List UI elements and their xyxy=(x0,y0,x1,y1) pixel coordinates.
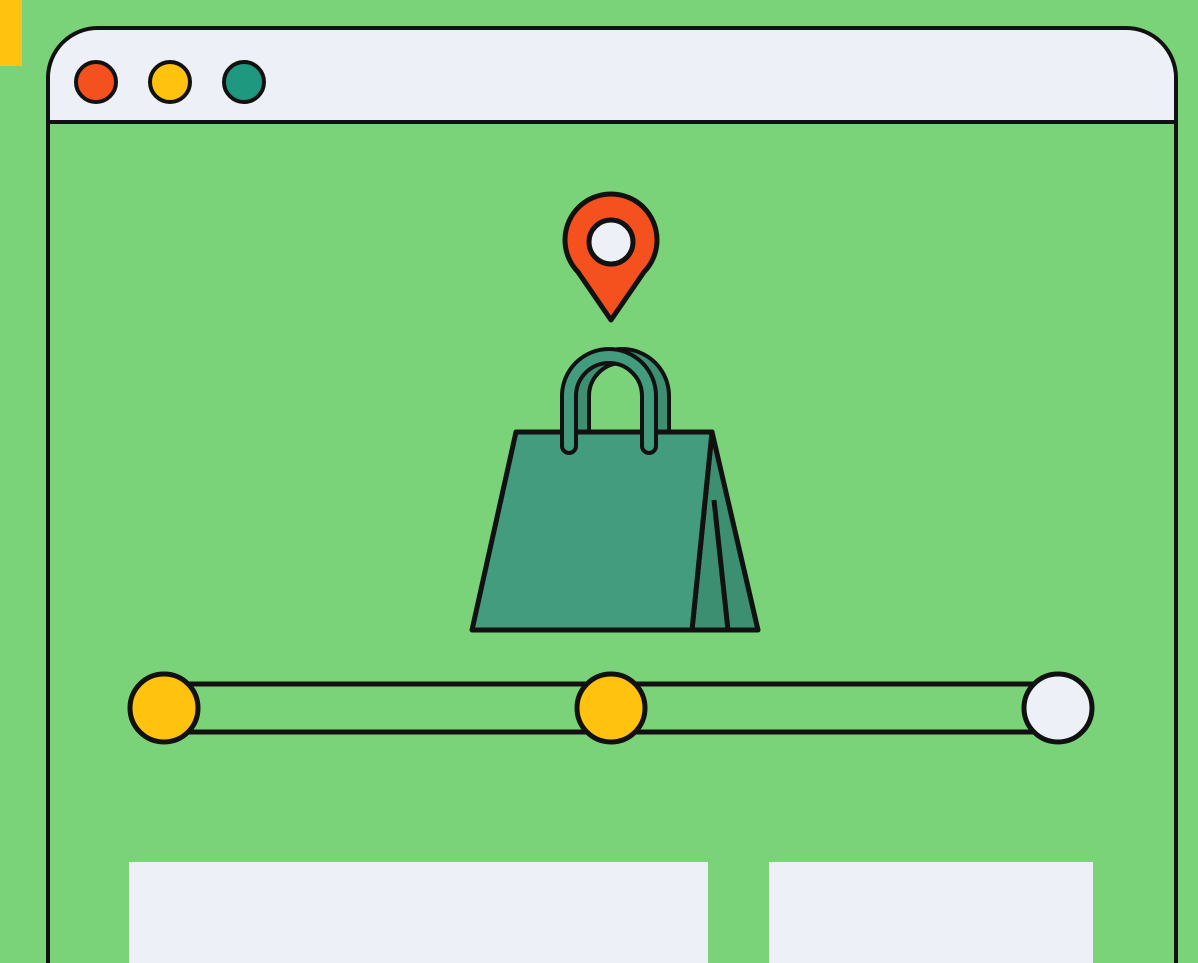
progress-step-1-done xyxy=(127,671,201,745)
window-titlebar xyxy=(50,30,1174,124)
close-dot[interactable] xyxy=(74,60,118,104)
content-card-left xyxy=(129,862,708,963)
minimize-dot[interactable] xyxy=(148,60,192,104)
progress-step-3-pending xyxy=(1021,671,1095,745)
progress-step-2-done xyxy=(574,671,648,745)
screen xyxy=(0,0,1198,963)
corner-tab xyxy=(0,0,22,66)
maximize-dot[interactable] xyxy=(222,60,266,104)
content-card-right xyxy=(769,862,1093,963)
